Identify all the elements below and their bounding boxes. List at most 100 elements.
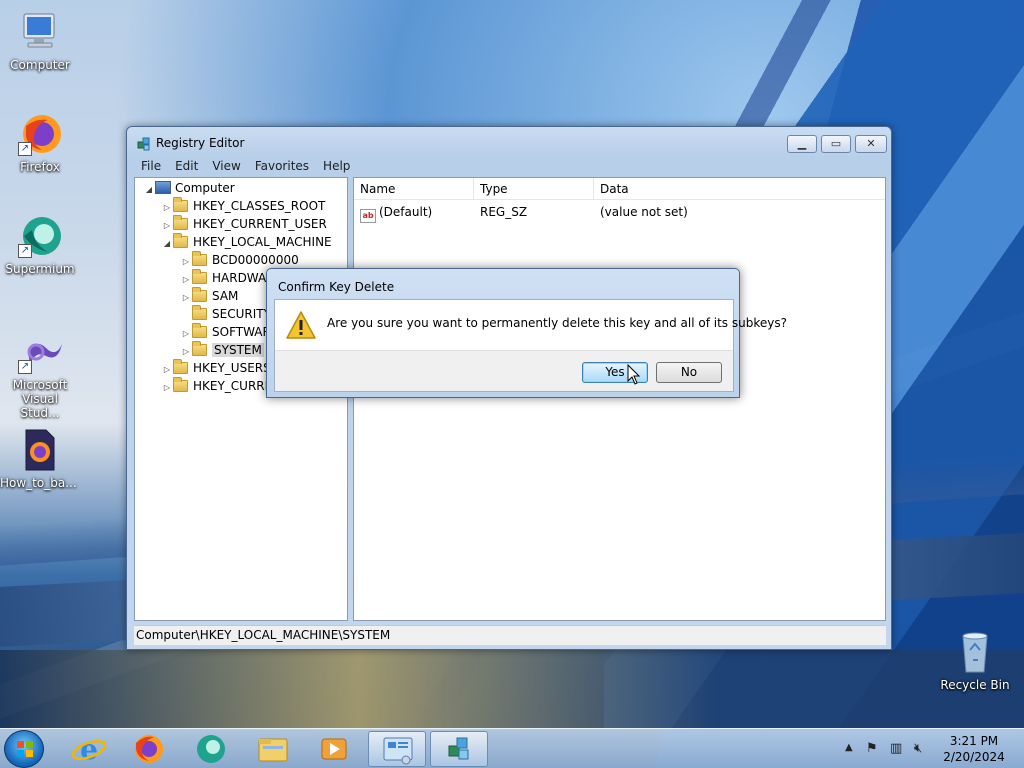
- taskbar-clock[interactable]: 3:21 PM 2/20/2024: [935, 733, 1013, 765]
- tree-item-bcd00000000[interactable]: ▷ BCD00000000: [180, 251, 299, 269]
- media-player-icon: [321, 738, 347, 760]
- folder-icon: [192, 251, 207, 266]
- recycle-bin-icon: [953, 630, 997, 674]
- confirm-key-delete-dialog[interactable]: Confirm Key Delete Are you sure you want…: [266, 268, 787, 398]
- tree-item-security[interactable]: SECURITY: [180, 305, 271, 323]
- no-button[interactable]: No: [656, 362, 722, 383]
- desktop-icon-supermium[interactable]: ↗ Supermium: [2, 214, 78, 276]
- tree-item-hkey-current-user[interactable]: ▷ HKEY_CURRENT_USER: [161, 215, 327, 233]
- menu-bar: File Edit View Favorites Help: [133, 157, 885, 175]
- dialog-body: Are you sure you want to permanently del…: [274, 299, 787, 392]
- desktop-icon-firefox[interactable]: ↗ Firefox: [2, 112, 78, 174]
- window-title: Registry Editor: [156, 136, 245, 150]
- shortcut-arrow-icon: ↗: [18, 142, 32, 156]
- collapse-arrow-icon[interactable]: ◢: [161, 235, 173, 253]
- maximize-button[interactable]: ▭: [821, 135, 851, 153]
- computer-icon: [18, 10, 62, 54]
- wallpaper-stripe: [0, 650, 1024, 730]
- action-center-flag-icon[interactable]: ⚑: [866, 741, 878, 756]
- registry-editor-icon: [136, 136, 152, 152]
- clock-time: 3:21 PM: [949, 734, 999, 748]
- menu-help[interactable]: Help: [315, 157, 356, 173]
- menu-favorites[interactable]: Favorites: [247, 157, 315, 173]
- start-button[interactable]: [4, 730, 44, 768]
- taskbar-supermium[interactable]: [182, 731, 240, 767]
- taskbar-firefox[interactable]: [120, 731, 178, 767]
- value-name-cell: ab (Default): [360, 202, 432, 223]
- folder-icon: [192, 269, 207, 284]
- shortcut-arrow-icon: ↗: [18, 360, 32, 374]
- shortcut-arrow-icon: ↗: [18, 244, 32, 258]
- supermium-icon: ↗: [18, 214, 62, 258]
- volume-muted-icon[interactable]: 🔇︎: [914, 741, 922, 756]
- firefox-icon: [135, 735, 163, 763]
- computer-icon: [155, 181, 171, 194]
- desktop-icon-recycle-bin[interactable]: Recycle Bin: [937, 630, 1013, 692]
- warning-icon: [285, 310, 317, 340]
- taskbar-control-panel[interactable]: [368, 731, 426, 767]
- tree-item-computer[interactable]: ◢ Computer: [143, 179, 235, 197]
- collapse-arrow-icon[interactable]: ◢: [143, 181, 155, 199]
- folder-icon: [173, 359, 188, 374]
- visual-studio-icon: ↗: [18, 330, 62, 374]
- folder-icon: [173, 233, 188, 248]
- menu-view[interactable]: View: [204, 157, 246, 173]
- firefox-icon: ↗: [18, 112, 62, 156]
- status-bar: Computer\HKEY_LOCAL_MACHINE\SYSTEM: [134, 625, 886, 645]
- folder-icon: [192, 287, 207, 302]
- taskbar-registry-editor[interactable]: [430, 731, 488, 767]
- minimize-button[interactable]: ▁: [787, 135, 817, 153]
- taskbar: e ▲ ⚑ ▥ 🔇︎ 3:21 PM 2/20/2024: [0, 728, 1024, 768]
- folder-icon: [192, 323, 207, 338]
- desktop-icon-visual-studio[interactable]: ↗ Microsoft Visual Stud...: [2, 330, 78, 420]
- window-titlebar[interactable]: Registry Editor ▁ ▭ ✕: [127, 127, 891, 159]
- tree-item-hkey-users[interactable]: ▷ HKEY_USERS: [161, 359, 271, 377]
- clock-date: 2/20/2024: [943, 750, 1005, 764]
- close-icon: ✕: [866, 137, 876, 150]
- taskbar-internet-explorer[interactable]: e: [60, 731, 118, 767]
- registry-editor-icon: [448, 737, 469, 760]
- taskbar-file-explorer[interactable]: [244, 731, 302, 767]
- dialog-button-area: Yes No: [275, 350, 733, 391]
- menu-file[interactable]: File: [133, 157, 167, 173]
- taskbar-media-player[interactable]: [305, 731, 363, 767]
- minimize-icon: ▁: [797, 137, 807, 150]
- close-button[interactable]: ✕: [855, 135, 887, 153]
- maximize-icon: ▭: [830, 137, 842, 150]
- column-header-type[interactable]: Type: [474, 178, 594, 200]
- folder-icon: [173, 377, 188, 392]
- column-header-data[interactable]: Data: [594, 178, 885, 200]
- control-panel-icon: [383, 737, 413, 765]
- mouse-cursor-icon: [627, 363, 641, 386]
- values-list-pane[interactable]: Name Type Data ab (Default) REG_SZ (value…: [353, 177, 886, 621]
- value-type-cell: REG_SZ: [480, 205, 528, 219]
- tree-item-sam[interactable]: ▷ SAM: [180, 287, 238, 305]
- expand-arrow-icon[interactable]: ▷: [161, 379, 173, 397]
- menu-edit[interactable]: Edit: [167, 157, 204, 173]
- folder-icon: [192, 305, 207, 320]
- supermium-icon: [197, 735, 225, 763]
- folder-icon: [173, 215, 188, 230]
- tree-item-hkey-local-machine[interactable]: ◢ HKEY_LOCAL_MACHINE: [161, 233, 332, 251]
- internet-explorer-icon: e: [71, 733, 107, 766]
- value-row[interactable]: ab (Default) REG_SZ (value not set): [354, 202, 885, 223]
- folder-icon: [173, 197, 188, 212]
- firefox-document-icon: [16, 428, 60, 472]
- file-explorer-icon: [258, 738, 288, 762]
- desktop-icon-how-to-file[interactable]: How_to_ba...: [0, 428, 77, 490]
- network-icon[interactable]: ▥: [890, 741, 902, 756]
- folder-icon: [192, 341, 207, 356]
- column-header-name[interactable]: Name: [354, 178, 474, 200]
- string-value-icon: ab: [360, 209, 376, 223]
- tree-item-system[interactable]: ▷ SYSTEM: [180, 341, 264, 359]
- dialog-title: Confirm Key Delete: [278, 280, 395, 294]
- svg-text:e: e: [80, 733, 98, 766]
- key-tree-pane[interactable]: ◢ Computer ▷ HKEY_CLASSES_ROOT ▷ HKEY_CURRE…: [134, 177, 348, 621]
- desktop-icon-computer[interactable]: Computer: [2, 10, 78, 72]
- tree-item-software[interactable]: ▷ SOFTWARE: [180, 323, 278, 341]
- value-data-cell: (value not set): [600, 205, 688, 219]
- show-hidden-icons-chevron-icon[interactable]: ▲: [845, 742, 853, 753]
- tree-item-hkey-classes-root[interactable]: ▷ HKEY_CLASSES_ROOT: [161, 197, 325, 215]
- dialog-message: Are you sure you want to permanently del…: [327, 316, 787, 330]
- windows-logo-icon: [17, 741, 33, 757]
